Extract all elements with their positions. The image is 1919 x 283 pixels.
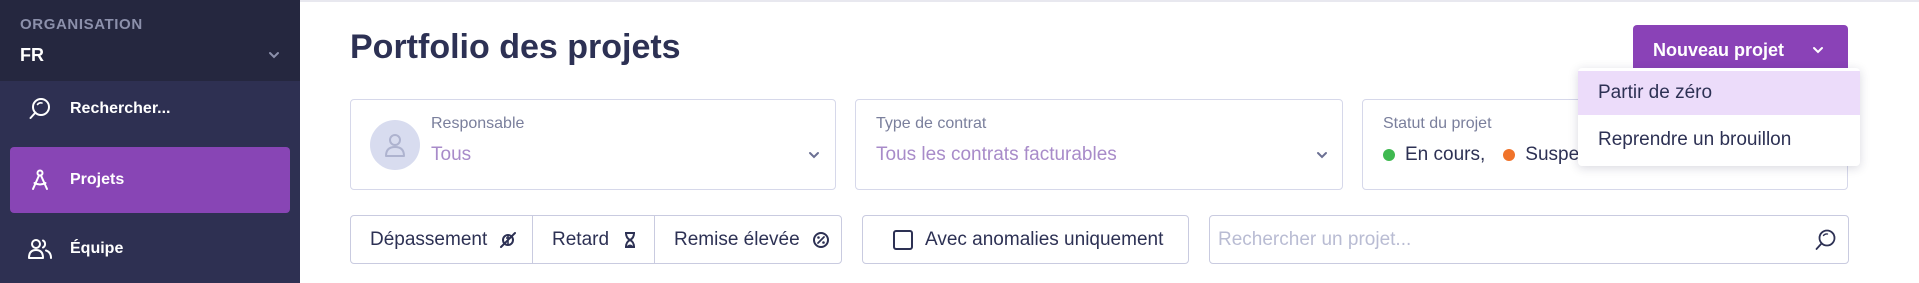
chevron-down-icon (1813, 47, 1823, 54)
delay-toggle[interactable]: Retard (533, 216, 655, 263)
user-icon (385, 134, 405, 157)
no-money-icon (499, 231, 517, 249)
contract-type-filter[interactable]: Type de contrat Tous les contrats factur… (855, 99, 1343, 190)
chevron-down-icon (1317, 152, 1327, 159)
anomalies-only-checkbox[interactable]: Avec anomalies uniquement (862, 215, 1189, 264)
contract-type-value: Tous les contrats facturables (876, 144, 1117, 165)
organisation-label: ORGANISATION (20, 16, 143, 33)
page-title: Portfolio des projets (350, 28, 681, 66)
discount-icon (812, 231, 830, 249)
anomaly-toggle-group: Dépassement Retard Remise élevée (350, 215, 842, 264)
delay-label: Retard (552, 228, 610, 250)
checkbox-box[interactable] (893, 229, 913, 250)
organisation-selector[interactable]: ORGANISATION FR (0, 0, 300, 81)
search-input[interactable] (1218, 225, 1798, 255)
sidebar-item-label: Équipe (70, 240, 124, 257)
chevron-down-icon (269, 52, 279, 59)
organisation-value: FR (20, 45, 44, 65)
header-divider (300, 0, 1919, 2)
high-discount-toggle[interactable]: Remise élevée (655, 216, 841, 263)
sidebar-item-search[interactable]: Rechercher... (10, 76, 290, 142)
sidebar-item-label: Rechercher... (70, 100, 171, 117)
project-status-label: Statut du projet (1383, 115, 1492, 132)
search-icon (26, 95, 54, 123)
compass-icon (26, 166, 54, 194)
high-discount-label: Remise élevée (674, 228, 800, 250)
new-project-label: Nouveau projet (1653, 40, 1785, 60)
responsible-value: Tous (431, 144, 472, 165)
search-icon[interactable] (1813, 228, 1837, 252)
contract-type-label: Type de contrat (876, 115, 987, 132)
status-tags: En cours, Suspen (1383, 144, 1608, 166)
overrun-toggle[interactable]: Dépassement (351, 216, 533, 263)
green-dot-icon (1383, 149, 1395, 161)
sidebar-item-team[interactable]: Équipe (10, 216, 290, 282)
status-tag-suspended: Suspen (1503, 144, 1590, 166)
responsible-label: Responsable (431, 115, 525, 132)
sidebar: ORGANISATION FR Rechercher... Projets Éq… (0, 0, 300, 283)
avatar (370, 120, 420, 170)
menu-item-from-scratch[interactable]: Partir de zéro (1578, 71, 1860, 115)
orange-dot-icon (1503, 149, 1516, 161)
responsible-filter[interactable]: Responsable Tous (350, 99, 836, 190)
overrun-label: Dépassement (370, 228, 488, 250)
sidebar-item-label: Projets (70, 171, 125, 188)
status-tag-label: En cours, (1405, 144, 1486, 165)
hourglass-icon (621, 231, 639, 249)
sidebar-item-projects[interactable]: Projets (10, 147, 290, 213)
status-tag-in-progress: En cours, (1383, 144, 1485, 166)
anomalies-only-label: Avec anomalies uniquement (925, 228, 1164, 250)
new-project-menu: Partir de zéro Reprendre un brouillon (1578, 68, 1860, 166)
chevron-down-icon (809, 152, 819, 159)
users-icon (26, 235, 54, 263)
project-search (1209, 215, 1849, 264)
menu-item-resume-draft[interactable]: Reprendre un brouillon (1578, 118, 1860, 162)
